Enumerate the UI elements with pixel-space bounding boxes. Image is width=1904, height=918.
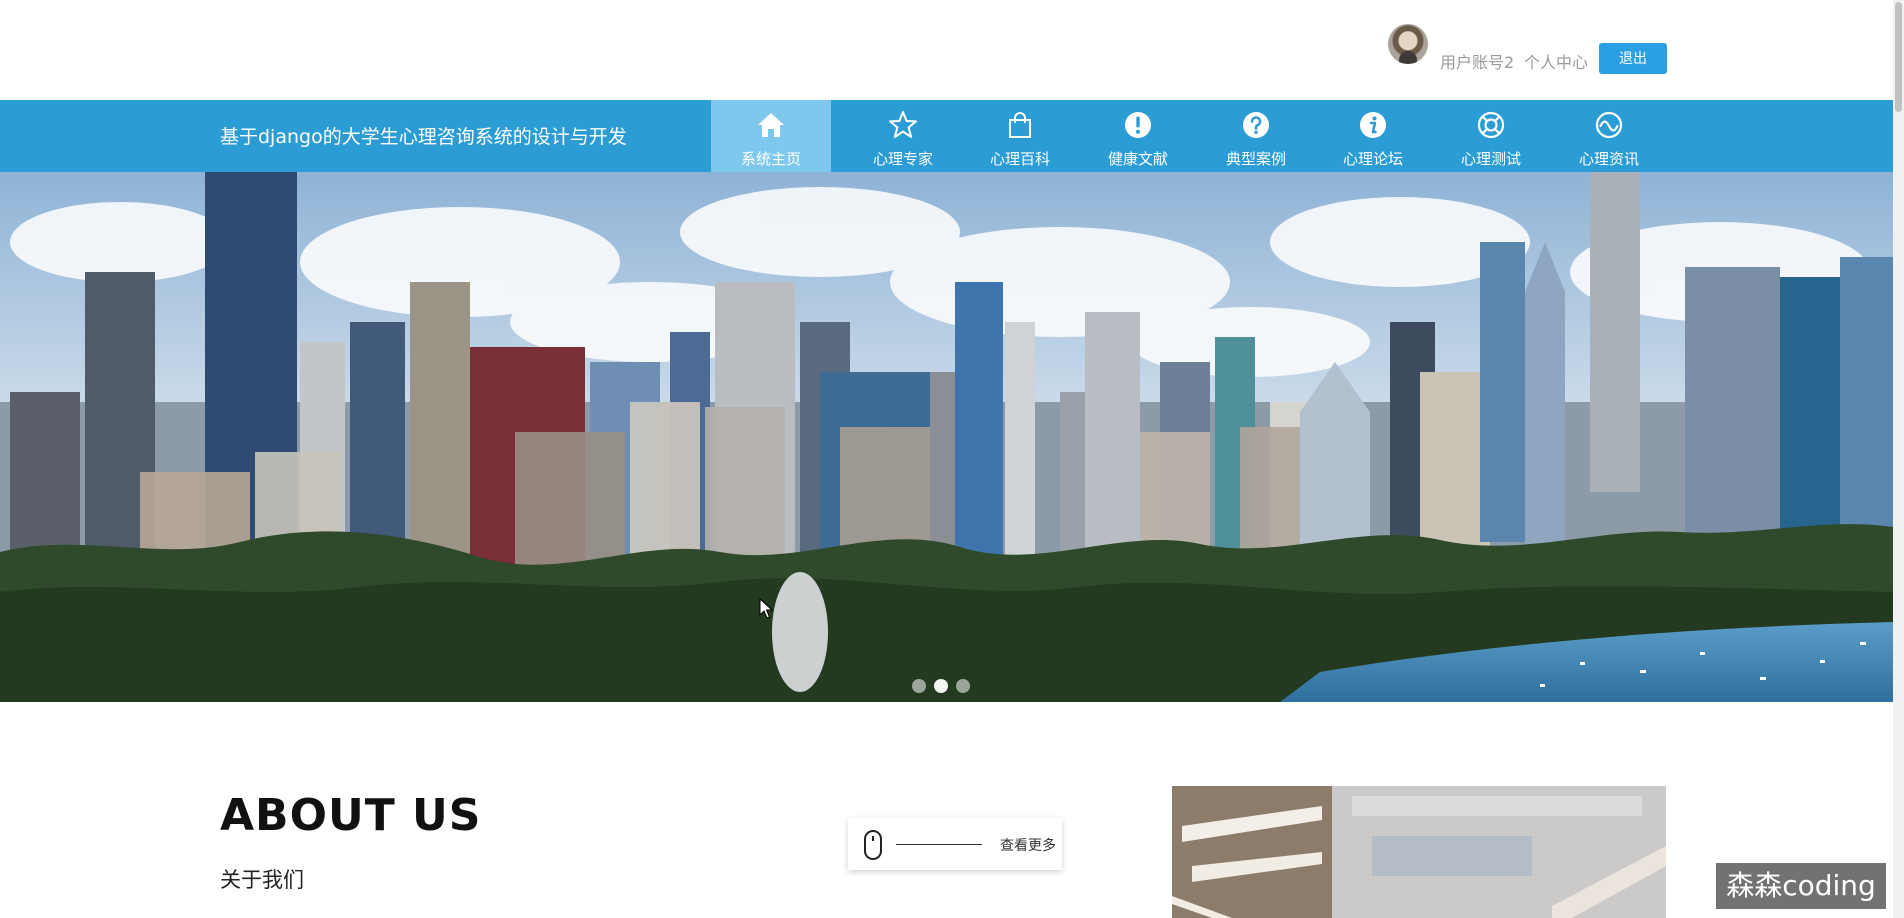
shopping-bag-icon: [1009, 112, 1031, 138]
nav-item-experts[interactable]: 心理专家: [843, 100, 963, 172]
about-title: ABOUT US: [220, 790, 482, 841]
carousel-dot[interactable]: [956, 679, 970, 693]
mouse-cursor-icon: [759, 598, 773, 619]
watermark: 森森coding: [1716, 863, 1886, 909]
username-label: 用户账号2: [1440, 53, 1515, 72]
carousel-dot[interactable]: [912, 679, 926, 693]
nav-label: 典型案例: [1225, 150, 1286, 168]
info-icon: [1360, 112, 1386, 138]
nav-item-encyclopedia[interactable]: 心理百科: [960, 100, 1080, 172]
nav-item-forum[interactable]: 心理论坛: [1313, 100, 1433, 172]
logout-button[interactable]: 退出: [1599, 43, 1667, 74]
hero-banner[interactable]: [0, 172, 1893, 702]
avatar[interactable]: [1388, 24, 1428, 64]
nav-item-cases[interactable]: 典型案例: [1196, 100, 1316, 172]
office-ceiling-image: [1172, 786, 1666, 918]
view-more-label: 查看更多: [1000, 838, 1056, 854]
wave-circle-icon: [1595, 111, 1623, 139]
top-header: 用户账号2 个人中心 退出: [0, 0, 1904, 100]
city-skyline-image: [0, 172, 1893, 702]
question-icon: [1243, 112, 1269, 138]
exclamation-icon: [1125, 112, 1151, 138]
nav-label: 健康文献: [1107, 150, 1168, 168]
main-navbar: 基于django的大学生心理咨询系统的设计与开发 系统主页 心理专家 心理百科 …: [0, 100, 1893, 172]
lifebuoy-icon: [1477, 111, 1505, 139]
nav-item-home[interactable]: 系统主页: [711, 100, 831, 172]
nav-label: 系统主页: [740, 150, 801, 168]
user-center-link[interactable]: 个人中心: [1524, 49, 1588, 73]
view-more-button[interactable]: 查看更多: [848, 818, 1062, 870]
about-subtitle: 关于我们: [220, 868, 304, 892]
divider-line: [896, 844, 982, 845]
scrollbar-thumb[interactable]: [1895, 2, 1902, 112]
nav-item-literature[interactable]: 健康文献: [1078, 100, 1198, 172]
star-icon: [889, 111, 917, 138]
site-title: 基于django的大学生心理咨询系统的设计与开发: [220, 126, 627, 148]
nav-label: 心理资讯: [1578, 150, 1639, 168]
nav-label: 心理测试: [1460, 150, 1521, 168]
nav-label: 心理论坛: [1342, 150, 1403, 168]
nav-label: 心理百科: [989, 150, 1050, 168]
carousel-dot[interactable]: [934, 679, 948, 693]
nav-item-news[interactable]: 心理资讯: [1549, 100, 1669, 172]
home-icon: [758, 113, 784, 137]
nav-item-test[interactable]: 心理测试: [1431, 100, 1551, 172]
mouse-icon: [864, 830, 882, 860]
about-image: [1172, 786, 1666, 918]
page-scrollbar[interactable]: [1893, 0, 1904, 918]
nav-label: 心理专家: [872, 150, 933, 168]
